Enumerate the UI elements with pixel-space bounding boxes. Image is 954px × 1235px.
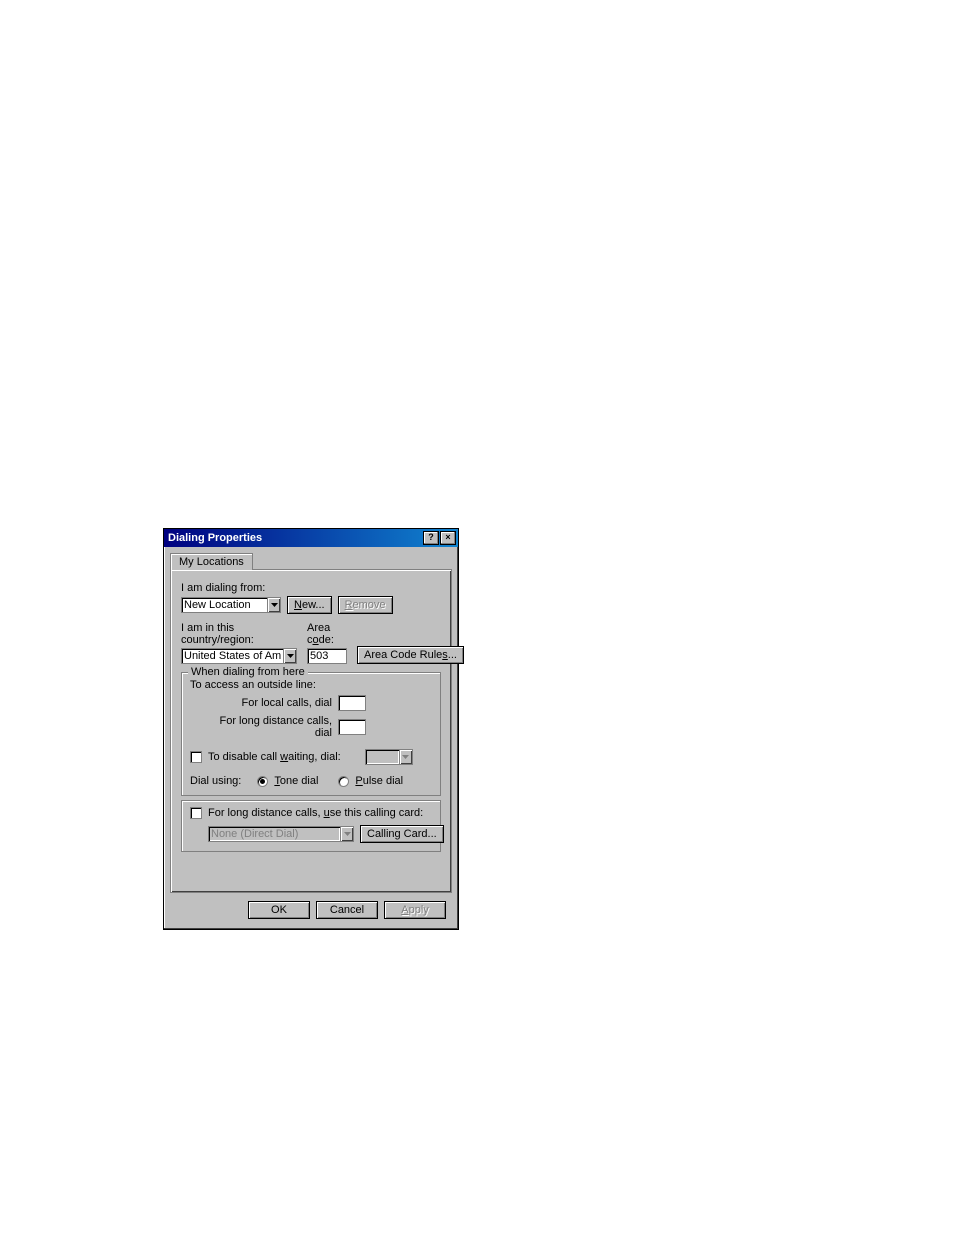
when-dialing-group: When dialing from here To access an outs… — [181, 672, 441, 796]
when-dialing-legend: When dialing from here — [188, 666, 308, 678]
calling-card-checkbox[interactable] — [190, 807, 202, 819]
long-distance-label: For long distance calls, dial — [210, 715, 332, 739]
outside-line-label: To access an outside line: — [190, 679, 432, 691]
area-code-input[interactable] — [307, 648, 347, 664]
dialing-from-value[interactable] — [181, 597, 267, 613]
country-combo[interactable] — [181, 648, 297, 664]
pulse-dial-label: Pulse dial — [355, 775, 403, 787]
calling-card-group: For long distance calls, use this callin… — [181, 800, 441, 852]
call-waiting-label: To disable call waiting, dial: — [208, 751, 341, 763]
chevron-down-icon[interactable] — [283, 648, 297, 664]
new-location-button[interactable]: New... — [287, 596, 332, 614]
call-waiting-value — [365, 749, 399, 765]
titlebar-title: Dialing Properties — [168, 530, 262, 546]
country-value[interactable] — [181, 648, 283, 664]
calling-card-value — [208, 826, 340, 842]
calling-card-button[interactable]: Calling Card... — [360, 825, 444, 843]
area-code-label: Area code: — [307, 622, 347, 646]
dialing-from-combo[interactable] — [181, 597, 281, 613]
ok-button[interactable]: OK — [248, 901, 310, 919]
remove-location-button[interactable]: Remove — [338, 596, 393, 614]
calling-card-label: For long distance calls, use this callin… — [208, 807, 423, 819]
tab-my-locations[interactable]: My Locations — [170, 553, 253, 570]
local-calls-input[interactable] — [338, 695, 366, 711]
tone-dial-label: Tone dial — [274, 775, 318, 787]
apply-button[interactable]: Apply — [384, 901, 446, 919]
call-waiting-checkbox[interactable] — [190, 751, 202, 763]
help-button[interactable]: ? — [423, 531, 439, 545]
area-code-rules-button[interactable]: Area Code Rules... — [357, 646, 464, 664]
dial-using-label: Dial using: — [190, 775, 241, 787]
country-label: I am in this country/region: — [181, 622, 297, 646]
local-calls-label: For local calls, dial — [210, 697, 332, 709]
long-distance-input[interactable] — [338, 719, 366, 735]
calling-card-combo — [208, 826, 354, 842]
chevron-down-icon — [399, 749, 413, 765]
tab-panel: I am dialing from: New... Remove — [170, 569, 452, 893]
titlebar[interactable]: Dialing Properties ? × — [164, 529, 458, 547]
cancel-button[interactable]: Cancel — [316, 901, 378, 919]
chevron-down-icon — [340, 826, 354, 842]
close-button[interactable]: × — [440, 531, 456, 545]
tone-dial-radio[interactable] — [257, 776, 268, 787]
dialing-from-label: I am dialing from: — [181, 582, 441, 594]
pulse-dial-radio[interactable] — [338, 776, 349, 787]
chevron-down-icon[interactable] — [267, 597, 281, 613]
call-waiting-combo — [365, 749, 413, 765]
dialing-properties-dialog: Dialing Properties ? × My Locations I am… — [163, 528, 459, 930]
